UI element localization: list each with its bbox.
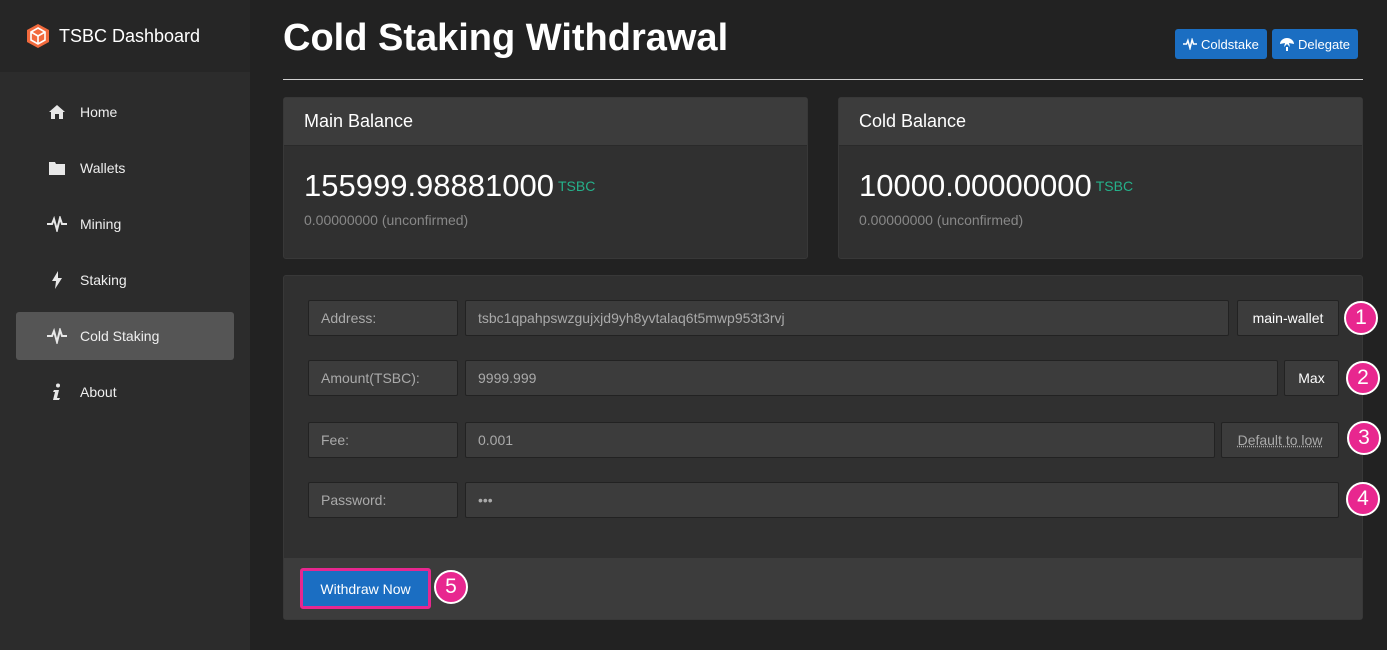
card-title: Cold Balance <box>839 98 1362 146</box>
sidebar-item-label: Mining <box>80 216 122 232</box>
amount-label: Amount(TSBC): <box>308 360 458 396</box>
form-footer: Withdraw Now 5 <box>284 558 1362 619</box>
bolt-icon <box>47 270 67 290</box>
home-icon <box>47 102 67 122</box>
sidebar-item-mining[interactable]: Mining <box>16 200 234 248</box>
pulse-icon <box>47 326 67 346</box>
folder-icon <box>47 158 67 178</box>
coldstake-button[interactable]: Coldstake <box>1175 29 1267 59</box>
balance-amount: 10000.00000000 TSBC <box>859 168 1133 204</box>
annotation-badge: 5 <box>434 570 468 604</box>
sidebar-item-home[interactable]: Home <box>16 88 234 136</box>
main-balance-card: Main Balance 155999.98881000 TSBC 0.00000… <box>283 97 808 259</box>
currency-unit: TSBC <box>557 178 596 194</box>
delegate-icon <box>1280 37 1294 51</box>
sidebar-item-label: Cold Staking <box>80 328 160 344</box>
card-title: Main Balance <box>284 98 807 146</box>
annotation-badge: 4 <box>1346 482 1380 516</box>
delegate-button-label: Delegate <box>1298 36 1351 52</box>
balance-amount: 155999.98881000 TSBC <box>304 168 595 204</box>
address-label: Address: <box>308 300 458 336</box>
address-input[interactable]: tsbc1qpahpswzgujxjd9yh8yvtalaq6t5mwp953t… <box>465 300 1229 336</box>
balance-value: 155999.98881000 <box>304 168 554 203</box>
pulse-icon <box>47 214 67 234</box>
pulse-icon <box>1183 38 1197 50</box>
fee-label: Fee: <box>308 422 458 458</box>
withdraw-now-button[interactable]: Withdraw Now <box>300 568 431 609</box>
logo-icon <box>27 24 49 48</box>
default-fee-button[interactable]: Default to low <box>1221 422 1339 458</box>
sidebar-item-staking[interactable]: Staking <box>16 256 234 304</box>
sidebar-item-about[interactable]: About <box>16 368 234 416</box>
annotation-badge: 2 <box>1346 361 1380 395</box>
page-title: Cold Staking Withdrawal <box>283 17 729 59</box>
currency-unit: TSBC <box>1095 178 1134 194</box>
sidebar-item-wallets[interactable]: Wallets <box>16 144 234 192</box>
coldstake-button-label: Coldstake <box>1201 36 1259 52</box>
sidebar-item-label: About <box>80 384 117 400</box>
password-input[interactable]: ••• <box>465 482 1339 518</box>
unconfirmed-amount: 0.00000000 (unconfirmed) <box>304 212 469 228</box>
sidebar-item-label: Staking <box>80 272 127 288</box>
header-divider <box>283 79 1363 80</box>
sidebar-item-label: Home <box>80 104 118 120</box>
sidebar-item-label: Wallets <box>80 160 126 176</box>
wallet-select-button[interactable]: main-wallet <box>1237 300 1339 336</box>
balance-value: 10000.00000000 <box>859 168 1092 203</box>
brand[interactable]: TSBC Dashboard <box>0 0 250 72</box>
info-icon <box>47 382 67 402</box>
unconfirmed-amount: 0.00000000 (unconfirmed) <box>859 212 1024 228</box>
delegate-button[interactable]: Delegate <box>1272 29 1359 59</box>
cold-balance-card: Cold Balance 10000.00000000 TSBC 0.000000… <box>838 97 1363 259</box>
fee-input[interactable]: 0.001 <box>465 422 1215 458</box>
sidebar-nav: Home Wallets Mining Staking Cold Staking <box>0 72 250 416</box>
sidebar: TSBC Dashboard Home Wallets Mining Staki… <box>0 0 250 650</box>
amount-input[interactable]: 9999.999 <box>465 360 1278 396</box>
max-button[interactable]: Max <box>1284 360 1339 396</box>
sidebar-item-cold-staking[interactable]: Cold Staking <box>16 312 234 360</box>
withdraw-form: Address: tsbc1qpahpswzgujxjd9yh8yvtalaq6… <box>283 275 1381 620</box>
annotation-badge: 3 <box>1347 421 1381 455</box>
brand-title: TSBC Dashboard <box>59 25 201 46</box>
password-label: Password: <box>308 482 458 518</box>
annotation-badge: 1 <box>1344 301 1378 335</box>
